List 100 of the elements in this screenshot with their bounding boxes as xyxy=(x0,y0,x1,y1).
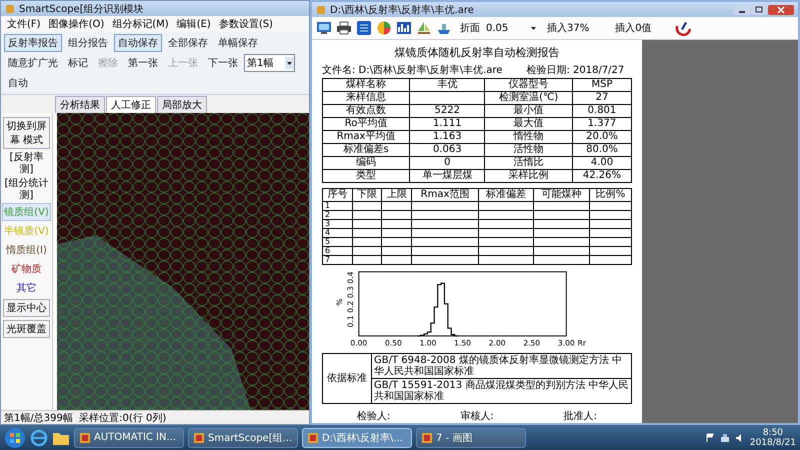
category-item[interactable]: 其它 xyxy=(3,280,50,296)
maximize-icon[interactable] xyxy=(751,4,767,14)
minimize-icon[interactable] xyxy=(734,4,750,14)
table-cell xyxy=(478,220,534,228)
row-number: 6 xyxy=(322,246,352,256)
row-number: 2 xyxy=(322,210,352,220)
task-label: D:\西林\反射率\... xyxy=(322,432,403,444)
signature-label: 审核人: xyxy=(460,410,494,423)
menu-item[interactable]: 图像操作(O) xyxy=(48,17,104,31)
window-icon xyxy=(79,432,91,444)
toolbar-button[interactable]: 第一张 xyxy=(124,54,162,72)
taskbar-button[interactable]: AUTOMATIC IN... xyxy=(74,428,184,448)
table-cell xyxy=(590,220,632,228)
caret-icon xyxy=(285,57,294,69)
toolbar-button[interactable]: 全部保存 xyxy=(164,34,212,52)
tab[interactable]: 局部放大 xyxy=(157,96,207,113)
app-icon xyxy=(5,4,15,14)
side-item[interactable]: [组分统计测] xyxy=(3,178,50,201)
tick-label: 1.50 xyxy=(454,338,471,348)
toolbar-button[interactable]: 随意扩广光 xyxy=(4,54,62,72)
column-header: 比例% xyxy=(590,188,632,202)
insert-button[interactable]: 插入0值 xyxy=(611,20,656,36)
taskbar-button[interactable]: D:\西林\反射率\... xyxy=(302,428,412,448)
column-header: 序号 xyxy=(322,188,352,202)
start-button-icon[interactable] xyxy=(4,426,26,448)
sailboat-icon[interactable] xyxy=(416,21,432,35)
flag-icon[interactable] xyxy=(704,432,715,442)
report-title: 煤镜质体随机反射率自动检测报告 xyxy=(394,45,560,60)
network-icon[interactable] xyxy=(720,432,730,442)
printer-icon[interactable] xyxy=(336,21,352,35)
pie-icon[interactable] xyxy=(376,21,392,35)
tick-label: 0.00 xyxy=(350,338,368,348)
menu-item[interactable]: 参数设置(S) xyxy=(218,17,273,31)
menu-item[interactable]: 文件(F) xyxy=(7,17,41,31)
table-cell: 最大值 xyxy=(484,118,572,130)
side-item[interactable]: [反射率测] xyxy=(3,152,50,175)
side-button[interactable]: 切换到屏幕 模式 xyxy=(3,117,50,149)
table-cell xyxy=(382,220,412,228)
check-logo-icon[interactable] xyxy=(674,20,692,36)
toolbar-button[interactable]: 反射率报告 xyxy=(4,34,62,52)
table-cell xyxy=(352,256,382,264)
dropdown-value: 第1幅 xyxy=(247,57,274,70)
table-cell xyxy=(534,256,590,264)
table-cell xyxy=(590,228,632,238)
toolbar-button[interactable]: 标记 xyxy=(64,54,92,72)
table-cell xyxy=(382,228,412,238)
taskbar-button[interactable]: SmartScope[组... xyxy=(188,428,298,448)
row-number: 4 xyxy=(322,228,352,238)
table-cell: 煤样名称 xyxy=(322,78,410,92)
task-label: AUTOMATIC IN... xyxy=(94,432,176,443)
table-cell xyxy=(590,246,632,256)
chart-icon[interactable] xyxy=(396,21,412,35)
clock-date[interactable]: 2018/8/21 xyxy=(750,438,796,448)
toolbar-button[interactable]: 组分报告 xyxy=(64,34,112,52)
table-cell xyxy=(382,246,412,256)
category-item[interactable]: 矿物质 xyxy=(3,261,50,277)
tick-label: 0.50 xyxy=(385,338,402,348)
clock-time[interactable]: 8:50 xyxy=(762,428,784,438)
category-item[interactable]: 惰质组(I) xyxy=(3,242,50,258)
task-label: 7 - 画图 xyxy=(436,432,472,444)
toolbar-button[interactable]: 单幅保存 xyxy=(214,34,262,52)
tick-label: 0.4 xyxy=(346,272,356,284)
table-cell xyxy=(352,210,382,220)
side-button[interactable]: 光斑覆盖 xyxy=(3,320,50,338)
table-cell: 依据标准 xyxy=(322,354,372,404)
table-cell: 仪器型号 xyxy=(484,78,572,92)
table-cell: 编码 xyxy=(322,156,410,170)
toolbar-button[interactable]: 下一张 xyxy=(204,54,242,72)
table-cell xyxy=(352,202,382,210)
zoom-dropdown[interactable]: 0.05 xyxy=(484,22,539,34)
table-cell: 1.163 xyxy=(410,130,485,144)
row-number: 5 xyxy=(322,238,352,246)
row-number: 1 xyxy=(322,202,352,210)
table-cell: 42.26% xyxy=(572,170,632,182)
column-header: 标准偏差 xyxy=(478,188,534,202)
toolbar-button[interactable]: 自动保存 xyxy=(114,34,162,52)
boat-icon[interactable] xyxy=(436,21,452,35)
tick-label: 1.00 xyxy=(420,338,436,348)
menu-item[interactable]: 编辑(E) xyxy=(176,17,211,31)
column-header: 可能煤种 xyxy=(534,188,590,202)
tab[interactable]: 分析结果 xyxy=(55,96,105,113)
table-cell: 80.0% xyxy=(572,144,632,156)
globe-icon[interactable] xyxy=(30,428,48,446)
table-cell: 有效点数 xyxy=(322,104,410,118)
monitor-icon[interactable] xyxy=(316,21,332,35)
taskbar-button[interactable]: 7 - 画图 xyxy=(416,428,526,448)
axis-label: % xyxy=(334,298,344,306)
table-cell: 采样比例 xyxy=(484,170,572,182)
menu-item[interactable]: 组分标记(M) xyxy=(112,17,169,31)
histogram-drawing xyxy=(416,282,459,336)
table-cell: 标准偏差s xyxy=(322,144,410,156)
insert-button[interactable]: 插入37% xyxy=(543,20,594,36)
grid-icon[interactable] xyxy=(356,21,372,35)
side-button[interactable]: 显示中心 xyxy=(3,299,50,317)
table-cell xyxy=(382,210,412,220)
tab[interactable]: 人工修正 xyxy=(106,96,156,113)
close-icon[interactable] xyxy=(768,4,794,14)
page-dropdown[interactable]: 第1幅 xyxy=(244,54,295,72)
toolbar-button[interactable]: 自动 xyxy=(4,74,32,92)
table-cell xyxy=(478,210,534,220)
